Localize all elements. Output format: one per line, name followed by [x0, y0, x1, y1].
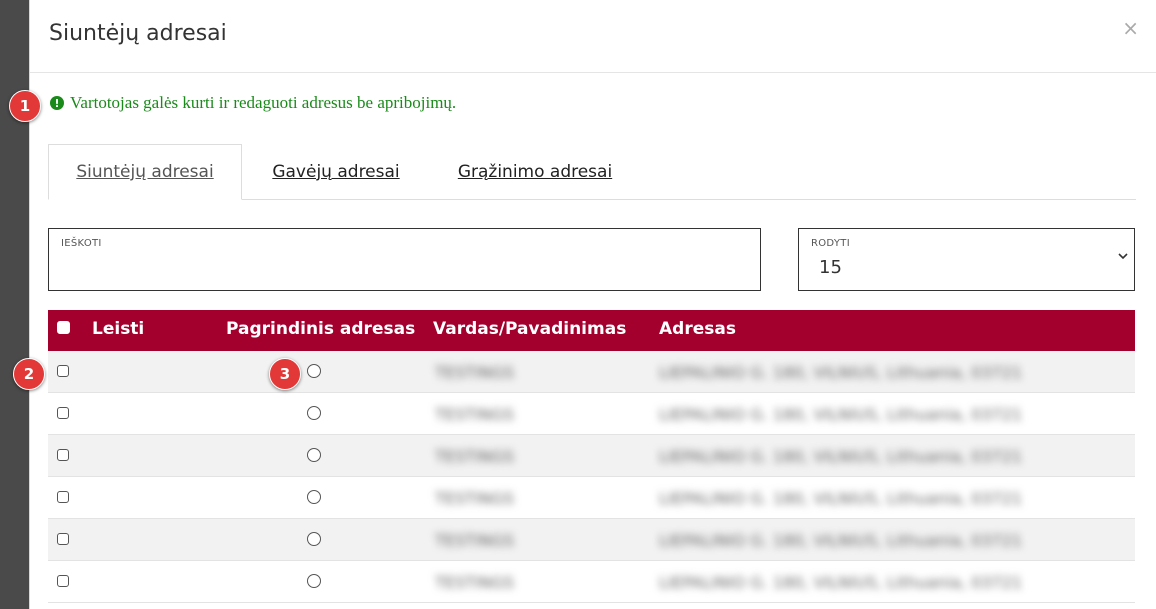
allow-checkbox[interactable]: [57, 449, 69, 461]
row-address: LIEPALINIO G. 180, VILNIUS, Lithuania, 0…: [659, 447, 1023, 466]
tab-grazinimo-adresai[interactable]: Grąžinimo adresai: [445, 144, 625, 199]
address-tabs: Siuntėjų adresai Gavėjų adresai Grąžinim…: [48, 144, 1136, 200]
show-select[interactable]: RODYTI 15: [798, 228, 1135, 291]
show-label: RODYTI: [811, 238, 850, 249]
col-pagrindinis-adresas: Pagrindinis adresas: [226, 319, 416, 339]
notice-text: Vartotojas galės kurti ir redaguoti adre…: [70, 93, 457, 112]
primary-address-radio[interactable]: [307, 448, 321, 462]
tab-siunteju-adresai[interactable]: Siuntėjų adresai: [48, 144, 242, 200]
row-name: TESTINGS: [435, 489, 515, 508]
primary-address-radio[interactable]: [307, 490, 321, 504]
select-all-checkbox[interactable]: [57, 321, 70, 334]
primary-address-radio[interactable]: [307, 574, 321, 588]
allow-checkbox[interactable]: [57, 491, 69, 503]
permission-notice: ! Vartotojas galės kurti ir redaguoti ad…: [50, 93, 456, 113]
col-adresas: Adresas: [659, 319, 736, 339]
primary-address-radio[interactable]: [307, 532, 321, 546]
table-header: Leisti Pagrindinis adresas Vardas/Pavadi…: [48, 310, 1135, 351]
table-row: TESTINGS LIEPALINIO G. 180, VILNIUS, Lit…: [48, 477, 1135, 519]
table-row: TESTINGS LIEPALINIO G. 180, VILNIUS, Lit…: [48, 519, 1135, 561]
show-value: 15: [819, 257, 842, 278]
col-vardas: Vardas/Pavadinimas: [433, 319, 627, 339]
dialog-title: Siuntėjų adresai: [49, 21, 227, 46]
allow-checkbox[interactable]: [57, 365, 69, 377]
close-button[interactable]: ×: [1122, 18, 1139, 38]
row-address: LIEPALINIO G. 180, VILNIUS, Lithuania, 0…: [659, 573, 1023, 592]
table-row: TESTINGS LIEPALINIO G. 180, VILNIUS, Lit…: [48, 393, 1135, 435]
dialog-header: Siuntėjų adresai ×: [30, 0, 1156, 73]
siuntejai-dialog: Siuntėjų adresai × ! Vartotojas galės ku…: [29, 0, 1156, 609]
allow-checkbox[interactable]: [57, 407, 69, 419]
row-address: LIEPALINIO G. 180, VILNIUS, Lithuania, 0…: [659, 405, 1023, 424]
row-address: LIEPALINIO G. 180, VILNIUS, Lithuania, 0…: [659, 363, 1023, 382]
search-input[interactable]: [60, 257, 744, 285]
primary-address-radio[interactable]: [307, 406, 321, 420]
allow-checkbox[interactable]: [57, 533, 69, 545]
row-address: LIEPALINIO G. 180, VILNIUS, Lithuania, 0…: [659, 531, 1023, 550]
col-leisti: Leisti: [92, 319, 145, 339]
annotation-badge-3: 3: [269, 358, 301, 390]
annotation-badge-2: 2: [13, 358, 45, 390]
search-field[interactable]: IEŠKOTI: [48, 228, 761, 291]
row-name: TESTINGS: [435, 573, 515, 592]
chevron-down-icon: [1118, 253, 1128, 260]
row-address: LIEPALINIO G. 180, VILNIUS, Lithuania, 0…: [659, 489, 1023, 508]
row-name: TESTINGS: [435, 531, 515, 550]
table-row: TESTINGS LIEPALINIO G. 180, VILNIUS, Lit…: [48, 561, 1135, 603]
row-name: TESTINGS: [435, 447, 515, 466]
search-label: IEŠKOTI: [61, 238, 102, 249]
primary-address-radio[interactable]: [307, 364, 321, 378]
allow-checkbox[interactable]: [57, 575, 69, 587]
exclamation-circle-icon: !: [50, 96, 64, 110]
table-row: TESTINGS LIEPALINIO G. 180, VILNIUS, Lit…: [48, 351, 1135, 393]
row-name: TESTINGS: [435, 363, 515, 382]
tab-gaveju-adresai[interactable]: Gavėjų adresai: [262, 144, 410, 199]
row-name: TESTINGS: [435, 405, 515, 424]
annotation-badge-1: 1: [9, 90, 41, 122]
address-table: Leisti Pagrindinis adresas Vardas/Pavadi…: [48, 310, 1135, 603]
table-row: TESTINGS LIEPALINIO G. 180, VILNIUS, Lit…: [48, 435, 1135, 477]
